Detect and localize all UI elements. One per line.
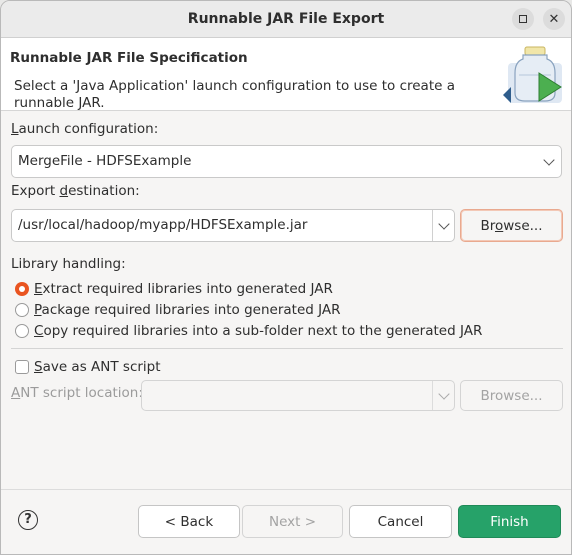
chevron-down-icon[interactable] <box>438 218 450 230</box>
export-dialog: Runnable JAR File Export ✕ Runnable JAR … <box>0 0 572 555</box>
library-handling-label: Library handling: <box>11 256 126 272</box>
close-icon: ✕ <box>548 11 560 27</box>
cancel-button[interactable]: Cancel <box>349 505 452 538</box>
radio-copy-libraries[interactable] <box>15 324 29 338</box>
combo-divider <box>432 381 433 410</box>
export-destination-combo[interactable]: /usr/local/hadoop/myapp/HDFSExample.jar <box>11 209 455 242</box>
export-destination-label: Export destination: <box>11 183 140 199</box>
chevron-down-icon[interactable] <box>438 388 450 400</box>
next-button[interactable]: Next > <box>242 505 343 538</box>
page-title: Runnable JAR File Specification <box>10 50 248 66</box>
wizard-header: Runnable JAR File Specification Select a… <box>1 38 571 111</box>
close-button[interactable]: ✕ <box>543 8 565 30</box>
finish-button[interactable]: Finish <box>458 505 561 538</box>
launch-config-select[interactable]: MergeFile - HDFSExample <box>11 145 562 178</box>
radio-extract-libraries[interactable] <box>15 282 29 296</box>
jar-export-icon <box>503 46 562 103</box>
save-ant-checkbox[interactable] <box>15 360 29 374</box>
separator <box>11 348 563 349</box>
title-bar: Runnable JAR File Export ✕ <box>1 1 571 38</box>
chevron-down-icon <box>543 154 555 166</box>
maximize-icon <box>519 15 527 23</box>
save-ant-label[interactable]: Save as ANT script <box>34 359 161 375</box>
export-browse-button[interactable]: Browse... <box>460 209 563 242</box>
page-description: Select a 'Java Application' launch confi… <box>14 78 455 111</box>
ant-location-combo[interactable] <box>141 380 455 411</box>
ant-location-label: ANT script location: <box>11 385 143 401</box>
launch-config-value: MergeFile - HDFSExample <box>18 153 192 169</box>
radio-package-libraries[interactable] <box>15 303 29 317</box>
radio-copy-label[interactable]: Copy required libraries into a sub-folde… <box>34 323 482 339</box>
footer-separator <box>1 489 571 490</box>
radio-extract-label[interactable]: Extract required libraries into generate… <box>34 281 333 297</box>
maximize-button[interactable] <box>512 8 534 30</box>
back-button[interactable]: < Back <box>138 505 240 538</box>
export-destination-value: /usr/local/hadoop/myapp/HDFSExample.jar <box>18 217 308 233</box>
combo-divider <box>432 210 433 241</box>
radio-package-label[interactable]: Package required libraries into generate… <box>34 302 340 318</box>
window-title: Runnable JAR File Export <box>187 11 385 27</box>
launch-config-label: Launch configuration: <box>11 121 159 137</box>
ant-browse-button[interactable]: Browse... <box>460 380 563 411</box>
help-icon[interactable]: ? <box>18 510 38 530</box>
